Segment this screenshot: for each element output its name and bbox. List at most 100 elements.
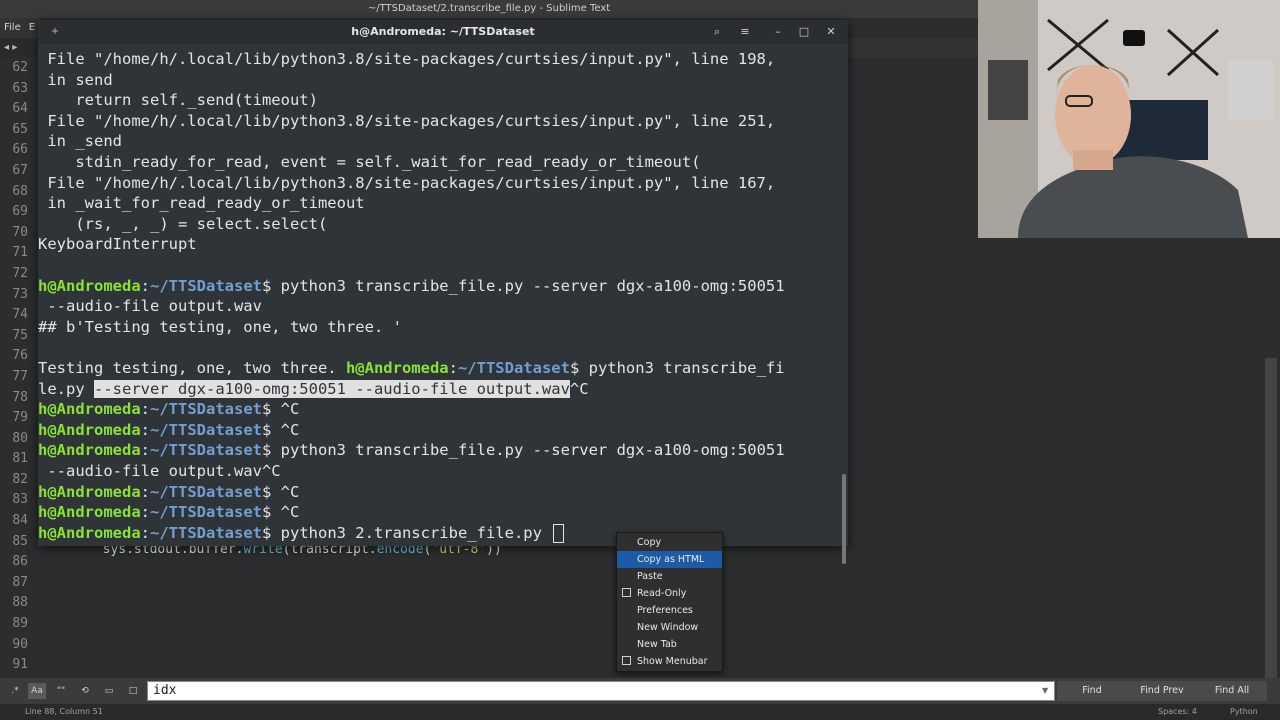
terminal-line: --audio-file output.wav^C: [38, 462, 281, 480]
status-bar: Line 88, Column 51 Spaces: 4 Python: [0, 704, 1280, 720]
syntax-selector[interactable]: Python: [1230, 704, 1258, 720]
show-menubar-checkbox[interactable]: [622, 656, 631, 665]
terminal-line: h@Andromeda:~/TTSDataset$ ^C: [38, 420, 300, 439]
whole-word-toggle[interactable]: "": [52, 683, 70, 699]
terminal-scrollbar[interactable]: [842, 474, 846, 564]
editor-scrollbar[interactable]: [1265, 358, 1277, 688]
find-input[interactable]: idx: [147, 681, 1055, 701]
terminal-title: h@Andromeda: ~/TTSDataset: [351, 25, 535, 38]
line-number: 79: [12, 410, 28, 426]
terminal-window[interactable]: + h@Andromeda: ~/TTSDataset ⌕ ≡ – □ ✕ Fi…: [38, 20, 848, 564]
terminal-prompt-line[interactable]: h@Andromeda:~/TTSDataset$ python3 2.tran…: [38, 523, 565, 544]
line-number: 85: [12, 533, 28, 549]
webcam-overlay: [978, 0, 1280, 238]
find-history-icon[interactable]: ▼: [1042, 686, 1048, 695]
line-number: 63: [12, 80, 28, 96]
line-number: 87: [12, 574, 28, 590]
sublime-window-title: ~/TTSDataset/2.transcribe_file.py - Subl…: [0, 0, 978, 18]
terminal-line: Testing testing, one, two three. h@Andro…: [38, 359, 785, 377]
line-number: 88: [12, 595, 28, 611]
terminal-line: File "/home/h/.local/lib/python3.8/site-…: [38, 173, 776, 192]
selected-text[interactable]: --server dgx-a100-omg:50051 --audio-file…: [94, 379, 570, 398]
prompt-path: ~/TTSDataset: [150, 276, 262, 295]
line-number: 90: [12, 636, 28, 652]
line-number: 65: [12, 121, 28, 137]
terminal-line: in _send: [38, 132, 122, 151]
line-number: 78: [12, 389, 28, 405]
terminal-line: in _wait_for_read_ready_or_timeout: [38, 194, 365, 213]
terminal-line: h@Andromeda:~/TTSDataset$ python3 transc…: [38, 441, 785, 460]
line-number: 62: [12, 60, 28, 75]
menu-item-preferences[interactable]: Preferences: [617, 602, 722, 619]
find-button[interactable]: Find: [1057, 681, 1127, 701]
line-number: 89: [12, 616, 28, 632]
line-number: 68: [12, 183, 28, 199]
tab-nav-arrows[interactable]: ◂ ▸: [0, 38, 40, 58]
prompt-user: h@Andromeda: [345, 359, 449, 377]
menu-item-show-menubar[interactable]: Show Menubar: [617, 653, 722, 670]
in-selection-toggle[interactable]: ▭: [100, 683, 118, 699]
terminal-line: File "/home/h/.local/lib/python3.8/site-…: [38, 50, 776, 68]
terminal-header: + h@Andromeda: ~/TTSDataset ⌕ ≡ – □ ✕: [38, 20, 848, 44]
search-icon[interactable]: ⌕: [708, 23, 726, 41]
line-number: 64: [12, 101, 28, 117]
line-number: 76: [12, 348, 28, 364]
text-cursor: [553, 523, 565, 543]
terminal-line: (rs, _, _) = select.select(: [38, 214, 328, 233]
menu-item-new-window[interactable]: New Window: [617, 619, 722, 636]
menu-item-copy-as-html[interactable]: Copy as HTML: [617, 551, 722, 568]
terminal-line: le.py --server dgx-a100-omg:50051 --audi…: [38, 379, 589, 398]
terminal-line: ## b'Testing testing, one, two three. ': [38, 317, 402, 336]
minimize-button[interactable]: –: [769, 23, 787, 41]
line-number: 82: [12, 471, 28, 487]
wrap-toggle[interactable]: ⟲: [76, 683, 94, 699]
terminal-line: --audio-file output.wav: [38, 297, 262, 316]
close-button[interactable]: ✕: [822, 23, 840, 41]
cursor-position: Line 88, Column 51: [25, 707, 103, 716]
highlight-matches-toggle[interactable]: □: [124, 683, 142, 699]
terminal-line: KeyboardInterrupt: [38, 235, 197, 254]
sublime-menubar: File E: [0, 18, 40, 38]
line-number: 66: [12, 142, 28, 158]
context-menu: Copy Copy as HTML Paste Read-Only Prefer…: [616, 532, 723, 672]
line-number: 72: [12, 265, 28, 281]
line-number: 83: [12, 492, 28, 508]
menu-file[interactable]: File: [0, 22, 25, 33]
read-only-checkbox[interactable]: [622, 588, 631, 597]
terminal-output[interactable]: File "/home/h/.local/lib/python3.8/site-…: [38, 44, 848, 564]
terminal-line: File "/home/h/.local/lib/python3.8/site-…: [38, 111, 776, 130]
menu-edit[interactable]: E: [25, 22, 39, 33]
find-all-button[interactable]: Find All: [1197, 681, 1267, 701]
line-number: 81: [12, 451, 28, 467]
maximize-button[interactable]: □: [795, 23, 813, 41]
terminal-line: h@Andromeda:~/TTSDataset$ ^C: [38, 400, 300, 419]
line-number: 86: [12, 554, 28, 570]
indentation-setting[interactable]: Spaces: 4: [1158, 704, 1197, 720]
menu-item-copy[interactable]: Copy: [617, 534, 722, 551]
webcam-image: [978, 0, 1280, 238]
find-panel: .* Aa "" ⟲ ▭ □ idx ▼ Find Find Prev Find…: [0, 678, 1280, 704]
regex-toggle[interactable]: .*: [6, 683, 24, 699]
menu-item-paste[interactable]: Paste: [617, 568, 722, 585]
line-number-gutter: 62 63 64 65 66 67 68 69 70 71 72 73 74 75 76 77 78 79 80 81…: [0, 58, 34, 717]
menu-item-read-only[interactable]: Read-Only: [617, 585, 722, 602]
line-number: 91: [12, 657, 28, 673]
line-number: 67: [12, 162, 28, 178]
terminal-line: h@Andromeda:~/TTSDataset$ ^C: [38, 503, 300, 522]
line-number: 69: [12, 204, 28, 220]
find-prev-button[interactable]: Find Prev: [1127, 681, 1197, 701]
terminal-line: stdin_ready_for_read, event = self._wait…: [38, 153, 701, 171]
menu-item-new-tab[interactable]: New Tab: [617, 636, 722, 653]
line-number: 73: [12, 286, 28, 302]
line-number: 80: [12, 430, 28, 446]
line-number: 74: [12, 307, 28, 323]
line-number: 77: [12, 368, 28, 384]
prompt-path: ~/TTSDataset: [457, 359, 570, 377]
line-number: 84: [12, 513, 28, 529]
hamburger-menu-icon[interactable]: ≡: [736, 23, 754, 41]
case-sensitive-toggle[interactable]: Aa: [28, 683, 46, 699]
terminal-line: return self._send(timeout): [38, 91, 318, 110]
line-number: 70: [12, 224, 28, 240]
line-number: 71: [12, 245, 28, 261]
terminal-line: h@Andromeda:~/TTSDataset$ python3 transc…: [38, 276, 785, 295]
